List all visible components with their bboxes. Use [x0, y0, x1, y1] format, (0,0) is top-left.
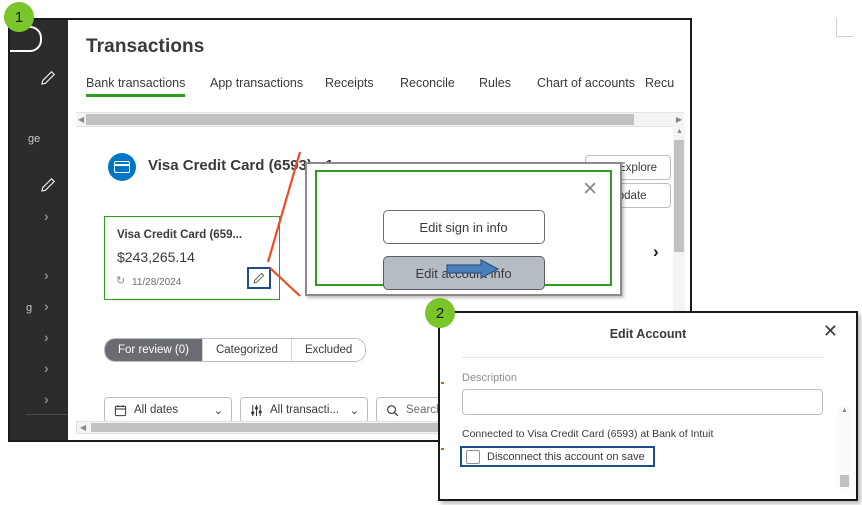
pencil-icon[interactable] — [40, 70, 56, 86]
connected-account-text: Connected to Visa Credit Card (6593) at … — [462, 428, 714, 440]
chevron-right-icon[interactable]: › — [44, 267, 49, 283]
tab-categorized[interactable]: Categorized — [203, 339, 292, 361]
blue-arrow-icon — [445, 258, 501, 280]
tabs-horizontal-scrollbar[interactable]: ◀ ▶ — [76, 112, 684, 127]
transaction-type-filter-value: All transacti... — [270, 404, 340, 416]
sidebar-text-fragment-2: g — [26, 302, 33, 314]
sidebar-text-fragment-1: ge — [28, 133, 41, 145]
account-card-tile[interactable]: Visa Credit Card (659... $243,265.14 ↻ 1… — [104, 216, 280, 300]
description-input[interactable] — [462, 389, 823, 415]
dialog-title: Edit Account — [609, 327, 687, 341]
tab-bank-transactions[interactable]: Bank transactions — [86, 76, 186, 97]
close-icon[interactable]: ✕ — [582, 180, 598, 199]
dialog-left-tick — [441, 382, 444, 384]
date-filter-dropdown[interactable]: All dates ⌄ — [104, 397, 232, 423]
pencil-icon[interactable] — [40, 177, 56, 193]
dialog-header: Edit Account ✕ — [440, 313, 856, 357]
scroll-up-arrow-icon[interactable]: ▲ — [676, 128, 683, 135]
calendar-icon — [114, 404, 127, 417]
scroll-up-arrow-icon[interactable]: ▲ — [841, 407, 848, 414]
scroll-left-arrow-icon[interactable]: ◀ — [80, 422, 86, 433]
tab-excluded[interactable]: Excluded — [292, 339, 365, 361]
scroll-right-arrow-icon[interactable]: ▶ — [676, 114, 682, 125]
chevron-right-icon[interactable]: › — [44, 360, 49, 376]
checkbox-icon[interactable] — [466, 449, 480, 464]
corner-crop-mark — [836, 18, 853, 37]
sidebar-divider — [26, 414, 68, 415]
card-tile-edit-pencil-button[interactable] — [247, 267, 271, 289]
transaction-type-filter-dropdown[interactable]: All transacti... ⌄ — [240, 397, 368, 423]
scrollbar-thumb[interactable] — [86, 114, 634, 125]
step-badge-1: 1 — [4, 2, 34, 32]
scrollbar-thumb[interactable] — [840, 475, 849, 487]
disconnect-on-save-label: Disconnect this account on save — [487, 450, 645, 463]
search-icon — [386, 404, 399, 417]
tab-for-review[interactable]: For review (0) — [105, 339, 203, 361]
chevron-right-icon[interactable]: › — [44, 298, 49, 314]
dialog-left-tick — [441, 448, 444, 450]
edit-account-dialog-window: Edit Account ✕ Description Connected to … — [438, 311, 858, 501]
date-filter-value: All dates — [134, 404, 179, 416]
edit-sign-in-info-button[interactable]: Edit sign in info — [382, 210, 545, 244]
chevron-down-icon[interactable]: ⌄ — [350, 404, 359, 417]
dialog-body: Description Connected to Visa Credit Car… — [440, 358, 856, 499]
disconnect-on-save-checkbox-row[interactable]: Disconnect this account on save — [460, 446, 655, 467]
scrollbar-thumb[interactable] — [674, 140, 684, 252]
card-tile-balance: $243,265.14 — [117, 249, 195, 265]
left-navigation-bar: ge › › g › › › › — [10, 20, 68, 440]
tab-recurring[interactable]: Recu — [645, 76, 674, 90]
chevron-right-icon[interactable]: › — [44, 208, 49, 224]
tab-chart-of-accounts[interactable]: Chart of accounts — [537, 76, 635, 90]
description-label: Description — [462, 372, 518, 384]
chevron-down-icon[interactable]: ⌄ — [214, 404, 223, 417]
chevron-right-icon[interactable]: › — [44, 329, 49, 345]
explore-button-label: Explore — [618, 161, 657, 174]
chevron-right-icon[interactable]: › — [44, 391, 49, 407]
chevron-right-icon[interactable]: › — [653, 242, 659, 262]
step-badge-2: 2 — [425, 298, 455, 328]
credit-card-icon — [108, 153, 136, 181]
page-title: Transactions — [86, 36, 205, 57]
tab-rules[interactable]: Rules — [479, 76, 511, 90]
tab-app-transactions[interactable]: App transactions — [210, 76, 303, 90]
review-filter-tabs: For review (0) Categorized Excluded — [104, 338, 367, 362]
dialog-vertical-scrollbar[interactable]: ▲ — [839, 406, 850, 491]
tab-receipts[interactable]: Receipts — [325, 76, 374, 90]
card-tile-updated-date: 11/28/2024 — [132, 277, 182, 288]
scroll-left-arrow-icon[interactable]: ◀ — [78, 114, 84, 125]
sliders-icon — [250, 404, 263, 417]
tab-reconcile[interactable]: Reconcile — [400, 76, 455, 90]
refresh-icon: ↻ — [116, 275, 126, 287]
card-tile-name: Visa Credit Card (659... — [117, 229, 243, 241]
tab-bar: Bank transactions App transactions Recei… — [86, 76, 690, 102]
close-icon[interactable]: ✕ — [823, 322, 838, 340]
